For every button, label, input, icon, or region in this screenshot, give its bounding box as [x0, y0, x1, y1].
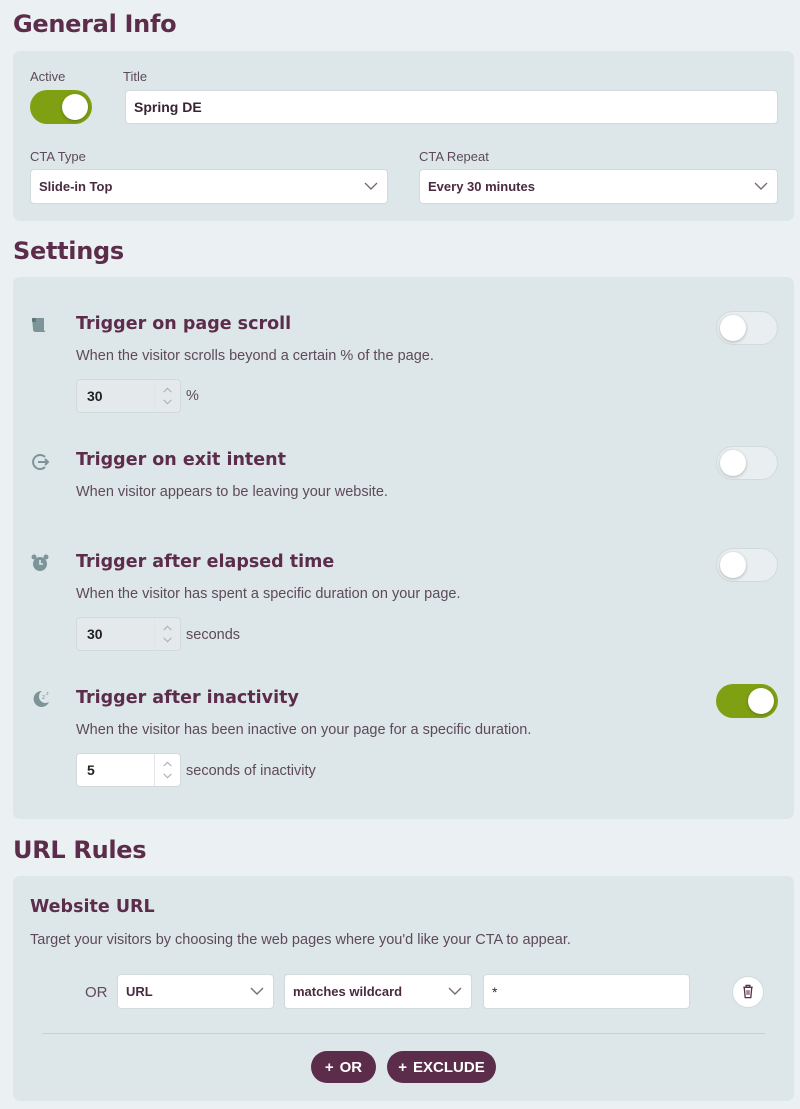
trigger-description: When the visitor has been inactive on yo… — [76, 722, 532, 738]
active-toggle[interactable] — [30, 90, 92, 124]
exit-icon — [32, 454, 50, 470]
website-url-title: Website URL — [30, 897, 155, 917]
rule-value-input[interactable]: * — [483, 974, 690, 1009]
scroll-percent-value: 30 — [87, 388, 103, 404]
elapsed-seconds-value: 30 — [87, 626, 103, 642]
scroll-trigger-toggle[interactable] — [716, 311, 778, 345]
elapsed-seconds-input[interactable]: 30 — [76, 617, 181, 651]
trash-icon — [743, 984, 753, 999]
toggle-knob — [62, 94, 88, 120]
trigger-description: When the visitor has spent a specific du… — [76, 586, 461, 602]
url-rules-panel: Website URL Target your visitors by choo… — [13, 876, 794, 1101]
scroll-unit: % — [186, 388, 199, 404]
trigger-title: Trigger on exit intent — [76, 450, 286, 470]
trigger-description: When visitor appears to be leaving your … — [76, 484, 388, 500]
rule-operator-select[interactable]: matches wildcard — [284, 974, 472, 1009]
toggle-knob — [748, 688, 774, 714]
delete-rule-button[interactable] — [732, 976, 764, 1008]
cta-type-select[interactable]: Slide-in Top — [30, 169, 388, 204]
inactivity-seconds-value: 5 — [87, 762, 95, 778]
chevron-down-icon — [364, 182, 378, 190]
general-info-heading: General Info — [13, 10, 177, 38]
active-label: Active — [30, 69, 66, 84]
cta-type-label: CTA Type — [30, 149, 86, 164]
stepper-icon[interactable] — [154, 754, 180, 786]
toggle-knob — [720, 450, 746, 476]
scroll-icon — [32, 318, 47, 332]
elapsed-time-toggle[interactable] — [716, 548, 778, 582]
title-input[interactable]: Spring DE — [125, 90, 778, 124]
rule-field-select[interactable]: URL — [117, 974, 274, 1009]
trigger-title: Trigger after inactivity — [76, 688, 299, 708]
add-exclude-label: EXCLUDE — [413, 1058, 485, 1076]
svg-text:z: z — [42, 694, 45, 701]
cta-type-value: Slide-in Top — [39, 179, 113, 194]
website-url-description: Target your visitors by choosing the web… — [30, 932, 571, 948]
chevron-down-icon — [754, 182, 768, 190]
rule-operator-value: matches wildcard — [293, 984, 403, 999]
toggle-knob — [720, 315, 746, 341]
stepper-icon[interactable] — [154, 618, 180, 650]
cta-repeat-label: CTA Repeat — [419, 149, 489, 164]
moon-icon: z z — [33, 690, 49, 707]
plus-icon: + — [398, 1058, 408, 1076]
inactivity-toggle[interactable] — [716, 684, 778, 718]
cta-repeat-select[interactable]: Every 30 minutes — [419, 169, 778, 204]
trigger-title: Trigger after elapsed time — [76, 552, 335, 572]
inactivity-unit: seconds of inactivity — [186, 763, 316, 779]
title-label: Title — [123, 69, 148, 84]
stepper-icon[interactable] — [154, 380, 180, 412]
or-connector: OR — [85, 984, 108, 1001]
alarm-clock-icon — [31, 554, 49, 571]
chevron-down-icon — [448, 987, 462, 995]
elapsed-unit: seconds — [186, 627, 241, 643]
inactivity-seconds-input[interactable]: 5 — [76, 753, 181, 787]
trigger-title: Trigger on page scroll — [76, 314, 292, 334]
add-or-label: OR — [339, 1058, 363, 1076]
toggle-knob — [720, 552, 746, 578]
add-or-button[interactable]: + OR — [311, 1051, 376, 1083]
trigger-description: When the visitor scrolls beyond a certai… — [76, 348, 434, 364]
url-rules-heading: URL Rules — [13, 836, 147, 864]
add-exclude-button[interactable]: + EXCLUDE — [387, 1051, 496, 1083]
rule-field-value: URL — [126, 984, 153, 999]
exit-intent-toggle[interactable] — [716, 446, 778, 480]
scroll-percent-input[interactable]: 30 — [76, 379, 181, 413]
settings-heading: Settings — [13, 237, 124, 265]
plus-icon: + — [324, 1058, 334, 1076]
general-info-panel: Active Title Spring DE CTA Type Slide-in… — [13, 51, 794, 221]
divider — [42, 1033, 765, 1034]
cta-repeat-value: Every 30 minutes — [428, 179, 535, 194]
chevron-down-icon — [250, 987, 264, 995]
svg-text:z: z — [46, 691, 49, 697]
